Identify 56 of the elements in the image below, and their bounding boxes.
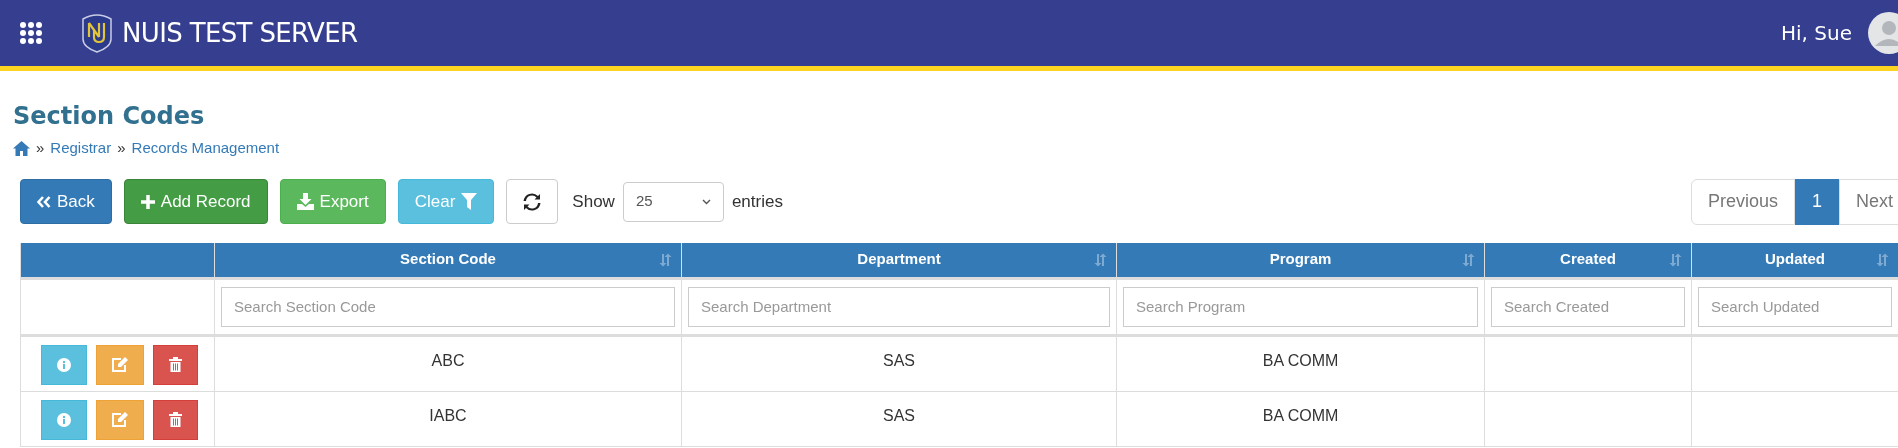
export-button[interactable]: Export bbox=[279, 179, 386, 224]
pagination-button[interactable]: Previous bbox=[1690, 178, 1795, 225]
column-header[interactable]: Created bbox=[1485, 242, 1692, 277]
show-label: Show bbox=[572, 190, 615, 213]
table-cell-text: BA COMM bbox=[1262, 405, 1339, 426]
breadcrumb-separator: » bbox=[117, 138, 126, 158]
sort-icon bbox=[1462, 252, 1476, 267]
breadcrumb-link[interactable]: Records Management bbox=[131, 137, 280, 160]
delete-button[interactable] bbox=[153, 399, 198, 440]
column-header[interactable]: Section Code bbox=[215, 242, 682, 277]
add-record-button[interactable]: Add Record bbox=[123, 179, 268, 224]
table-cell-text: IABC bbox=[429, 405, 467, 426]
column-search-field[interactable]: Search Created bbox=[1491, 286, 1685, 327]
column-search-field[interactable]: Search Updated bbox=[1698, 286, 1892, 327]
pagination-button[interactable]: 1 bbox=[1794, 178, 1839, 225]
double-chevron-left-icon bbox=[37, 195, 51, 208]
info-icon bbox=[57, 357, 71, 372]
pagination-button[interactable]: Next bbox=[1839, 178, 1898, 225]
column-search-field[interactable]: Search Section Code bbox=[221, 286, 675, 327]
table-cell-text: BA COMM bbox=[1262, 350, 1339, 371]
table-cell-text: SAS bbox=[883, 405, 915, 426]
sort-icon bbox=[1876, 252, 1890, 267]
table-cell-text: SAS bbox=[883, 350, 915, 371]
breadcrumb-link[interactable]: Registrar bbox=[50, 137, 112, 160]
column-header[interactable]: Updated bbox=[1692, 242, 1898, 277]
chevron-down-icon bbox=[701, 198, 711, 205]
refresh-icon bbox=[523, 192, 542, 211]
entries-label: entries bbox=[731, 190, 783, 213]
greeting: Hi, Sue bbox=[1781, 20, 1852, 47]
back-button[interactable]: Back bbox=[20, 179, 112, 224]
column-header[interactable]: Department bbox=[682, 242, 1117, 277]
info-icon bbox=[57, 412, 71, 427]
column-search-field[interactable]: Search Program bbox=[1123, 286, 1478, 327]
column-search-field[interactable]: Search Department bbox=[688, 286, 1110, 327]
sort-icon bbox=[1669, 252, 1683, 267]
home-icon[interactable] bbox=[13, 140, 30, 156]
sort-icon bbox=[659, 252, 673, 267]
sort-icon bbox=[1094, 252, 1108, 267]
avatar-icon[interactable] bbox=[1868, 12, 1898, 54]
column-header[interactable]: Program bbox=[1117, 242, 1485, 277]
delete-button[interactable] bbox=[153, 344, 198, 385]
edit-icon bbox=[112, 357, 128, 372]
download-icon bbox=[296, 193, 314, 210]
shield-logo bbox=[80, 13, 114, 53]
page-title: Section Codes bbox=[13, 101, 206, 131]
table-cell-text: ABC bbox=[431, 350, 465, 371]
apps-grid-icon[interactable] bbox=[20, 22, 42, 44]
trash-icon bbox=[169, 357, 182, 372]
edit-icon bbox=[112, 412, 128, 427]
app-title: NUIS TEST SERVER bbox=[122, 16, 358, 50]
breadcrumb-separator: » bbox=[36, 138, 45, 158]
page-size-select[interactable]: 25 bbox=[622, 181, 724, 222]
refresh-button[interactable] bbox=[506, 179, 559, 224]
plus-icon bbox=[140, 194, 155, 209]
filter-icon bbox=[461, 193, 478, 210]
trash-icon bbox=[169, 412, 182, 427]
